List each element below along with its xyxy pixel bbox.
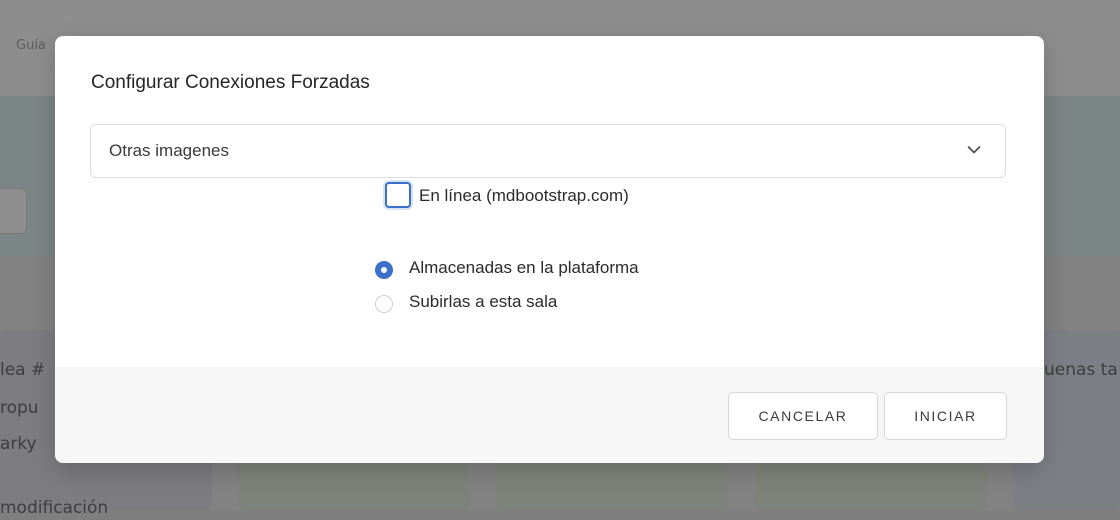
background-card-text: modificación bbox=[0, 498, 109, 518]
select-value: Otras imagenes bbox=[109, 141, 229, 160]
background-input bbox=[0, 188, 27, 234]
image-source-select[interactable]: Otras imagenes bbox=[90, 124, 1006, 178]
radio-button-checked[interactable] bbox=[375, 261, 393, 279]
background-card-text: lea # bbox=[0, 360, 46, 380]
modal-title: Configurar Conexiones Forzadas bbox=[91, 72, 370, 93]
online-checkbox[interactable] bbox=[385, 182, 411, 208]
background-card-text: uenas ta bbox=[1044, 360, 1118, 380]
modal-footer: CANCELAR INICIAR bbox=[55, 367, 1044, 463]
radio-button[interactable] bbox=[375, 295, 393, 313]
radio-label[interactable]: Subirlas a esta sala bbox=[409, 292, 557, 312]
chevron-down-icon bbox=[967, 146, 981, 154]
radio-label[interactable]: Almacenadas en la plataforma bbox=[409, 258, 639, 278]
cancel-button[interactable]: CANCELAR bbox=[728, 392, 878, 440]
connections-modal: Configurar Conexiones Forzadas Otras ima… bbox=[55, 36, 1044, 463]
background-nav-tab: Guía bbox=[16, 38, 46, 53]
start-button[interactable]: INICIAR bbox=[884, 392, 1007, 440]
background-card-text: arky bbox=[0, 434, 37, 454]
online-checkbox-label[interactable]: En línea (mdbootstrap.com) bbox=[419, 186, 629, 206]
background-card-text: ropu bbox=[0, 398, 39, 418]
